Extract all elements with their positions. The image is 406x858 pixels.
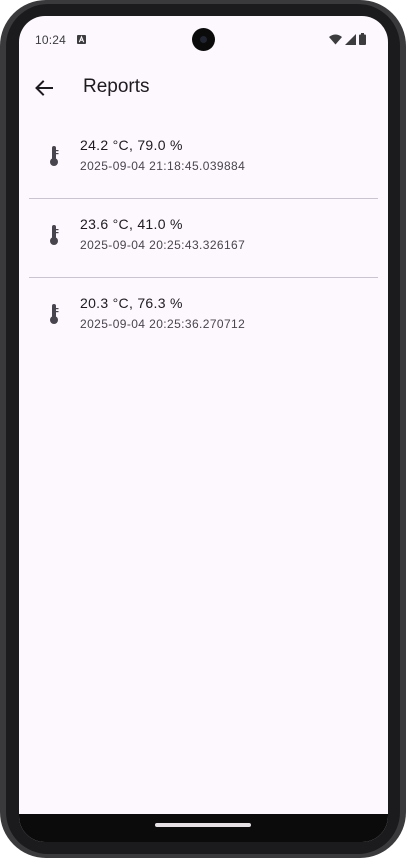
system-icons: [329, 33, 366, 45]
wifi-icon: [329, 34, 342, 44]
report-reading: 23.6 °C, 41.0 %: [80, 216, 183, 232]
front-camera: [192, 28, 215, 51]
navigation-bar: [19, 814, 388, 842]
battery-icon: [359, 33, 366, 45]
reports-list: 24.2 °C, 79.0 % 2025-09-04 21:18:45.0398…: [29, 120, 378, 356]
arrow-back-icon: [35, 80, 53, 96]
top-app-bar: Reports: [19, 62, 388, 116]
notification-a-icon: [77, 35, 86, 44]
status-bar: 10:24: [19, 16, 388, 62]
status-time: 10:24: [35, 33, 67, 47]
home-indicator[interactable]: [155, 823, 251, 827]
thermometer-icon: [50, 225, 59, 245]
report-reading: 20.3 °C, 76.3 %: [80, 295, 183, 311]
report-reading: 24.2 °C, 79.0 %: [80, 137, 183, 153]
thermometer-icon: [50, 304, 59, 324]
screen: 10:24 Reports 24.2 °C, 79.0 % 2025-09-04…: [19, 16, 388, 842]
thermometer-icon: [50, 146, 59, 166]
report-item[interactable]: 24.2 °C, 79.0 % 2025-09-04 21:18:45.0398…: [29, 120, 378, 198]
page-title: Reports: [83, 76, 150, 97]
report-timestamp: 2025-09-04 20:25:43.326167: [80, 238, 246, 252]
report-timestamp: 2025-09-04 20:25:36.270712: [80, 317, 246, 331]
report-item[interactable]: 20.3 °C, 76.3 % 2025-09-04 20:25:36.2707…: [29, 278, 378, 356]
signal-icon: [345, 33, 356, 45]
report-item[interactable]: 23.6 °C, 41.0 % 2025-09-04 20:25:43.3261…: [29, 199, 378, 277]
device-frame: 10:24 Reports 24.2 °C, 79.0 % 2025-09-04…: [0, 0, 406, 858]
back-button[interactable]: [31, 75, 57, 101]
report-timestamp: 2025-09-04 21:18:45.039884: [80, 159, 246, 173]
